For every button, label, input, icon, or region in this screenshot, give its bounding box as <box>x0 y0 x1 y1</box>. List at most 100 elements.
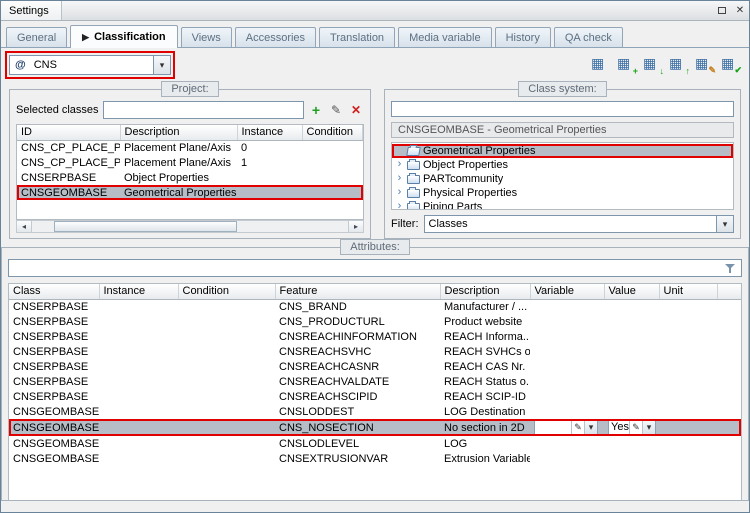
dropdown-icon[interactable]: ▾ <box>642 421 655 434</box>
table-load-icon-base: ▦ <box>643 55 657 71</box>
cell-condition <box>178 389 275 404</box>
editor-field: Yes <box>609 421 629 434</box>
cell-condition <box>178 419 275 436</box>
attribute-row[interactable]: CNSERPBASE CNSREACHVALDATE REACH Status o.… <box>9 374 741 389</box>
attribute-row[interactable]: CNSERPBASE CNS_PRODUCTURL Product website <box>9 314 741 329</box>
attribute-row[interactable]: CNSGEOMBASE CNSEXTRUSIONVAR Extrusion Vari… <box>9 451 741 466</box>
attribute-row[interactable]: CNSGEOMBASE CNSLODDEST LOG Destination <box>9 404 741 419</box>
table-load-icon[interactable]: ▦ ↓ <box>643 55 664 76</box>
expander-icon[interactable]: › <box>395 201 404 209</box>
project-class-row[interactable]: CNS_CP_PLACE_PA Placement Plane/Axis 1 <box>17 155 363 170</box>
column-header-class[interactable]: Class <box>9 284 100 300</box>
dropdown-icon[interactable]: ▾ <box>584 421 597 434</box>
class-search-input[interactable] <box>391 101 734 118</box>
folder-icon <box>407 201 420 209</box>
tab-qa-check[interactable]: QA check <box>553 27 623 47</box>
tab-translation[interactable]: Translation <box>319 27 396 47</box>
tab-classification[interactable]: ▶ Classification <box>70 25 178 48</box>
cell-description: Placement Plane/Axis <box>124 156 231 169</box>
tree-item[interactable]: › PARTcommunity <box>392 172 733 186</box>
attribute-row[interactable]: CNSERPBASE CNS_BRAND Manufacturer / ... <box>9 299 741 314</box>
attribute-row[interactable]: CNSERPBASE CNSREACHCASNR REACH CAS Nr. <box>9 359 741 374</box>
inline-value-editor[interactable]: Yes ✎ ▾ <box>608 420 656 435</box>
cell-unit <box>659 404 717 419</box>
catalog-dropdown-button[interactable]: ▾ <box>153 56 170 74</box>
remove-class-button[interactable]: ✕ <box>348 102 364 118</box>
tab-media-variable[interactable]: Media variable <box>398 27 492 47</box>
column-header-instance[interactable]: Instance <box>99 284 179 300</box>
scroll-right-icon[interactable]: ▸ <box>348 221 363 232</box>
table-add-icon[interactable]: ▦ + <box>617 55 638 76</box>
cell-class: CNSERPBASE <box>13 390 89 403</box>
cell-variable <box>530 329 604 344</box>
attribute-row[interactable]: CNSGEOMBASE CNSLODLEVEL LOG <box>9 436 741 451</box>
column-header-value[interactable]: Value <box>604 284 660 300</box>
float-window-button[interactable] <box>713 1 731 20</box>
tab-accessories[interactable]: Accessories <box>234 27 317 47</box>
editor-field <box>535 421 571 434</box>
catalog-combo[interactable]: @ CNS ▾ <box>5 51 175 79</box>
expander-icon[interactable]: › <box>395 159 404 170</box>
cell-class: CNSGEOMBASE <box>13 405 99 418</box>
filter-funnel-icon[interactable] <box>725 263 736 274</box>
table-icon[interactable]: ▦ <box>591 55 609 73</box>
titlebar[interactable]: Settings ✕ <box>1 1 749 21</box>
tab-views[interactable]: Views <box>180 27 232 47</box>
class-filter-combo[interactable]: Classes ▾ <box>423 215 734 233</box>
inline-value-editor[interactable]: ✎ ▾ <box>534 420 598 435</box>
column-header-description[interactable]: Description <box>440 284 531 300</box>
expander-icon[interactable]: › <box>395 187 404 198</box>
table-save-icon[interactable]: ▦ ↑ <box>669 55 690 76</box>
column-header-instance[interactable]: Instance <box>237 125 303 141</box>
column-header-id[interactable]: ID <box>17 125 121 141</box>
table-save-icon-base: ▦ <box>669 55 683 71</box>
tab-history[interactable]: History <box>494 27 551 47</box>
attribute-row[interactable]: CNSERPBASE CNSREACHSVHC REACH SVHCs o... <box>9 344 741 359</box>
chevron-down-icon: ▾ <box>722 218 728 229</box>
folder-icon <box>407 159 420 171</box>
expander-icon[interactable]: › <box>395 173 404 184</box>
edit-class-button[interactable]: ✎ <box>328 102 344 118</box>
edit-pencil-icon[interactable]: ✎ <box>571 421 584 434</box>
table-edit-icon[interactable]: ▦ ✎ <box>695 55 716 75</box>
tab-general[interactable]: General <box>6 27 68 47</box>
cell-unit <box>659 344 717 359</box>
selected-classes-input[interactable] <box>102 101 304 119</box>
attribute-row[interactable]: CNSERPBASE CNSREACHSCIPID REACH SCIP-ID <box>9 389 741 404</box>
cell-value <box>604 344 659 359</box>
scroll-left-icon[interactable]: ◂ <box>17 221 32 232</box>
table-edit-icon-base: ▦ <box>695 55 709 71</box>
tree-item[interactable]: › Physical Properties <box>392 186 733 200</box>
cell-variable <box>530 299 604 314</box>
scrollbar-track[interactable] <box>32 221 348 232</box>
edit-pencil-icon[interactable]: ✎ <box>629 421 642 434</box>
close-button[interactable]: ✕ <box>731 1 749 20</box>
tree-item[interactable]: Geometrical Properties <box>392 143 733 158</box>
cell-condition <box>302 185 363 200</box>
tree-item[interactable]: › Object Properties <box>392 158 733 172</box>
column-header-condition[interactable]: Condition <box>302 125 363 141</box>
project-class-row[interactable]: CNS_CP_PLACE_PA Placement Plane/Axis 0 <box>17 140 363 155</box>
attributes-filter-input[interactable] <box>8 259 742 277</box>
column-header-unit[interactable]: Unit <box>659 284 718 300</box>
cell-condition <box>178 299 275 314</box>
catalog-prefix: @ <box>15 59 26 71</box>
add-class-button[interactable]: + <box>308 102 324 118</box>
tab-label: General <box>17 31 57 44</box>
project-class-row[interactable]: CNSGEOMBASE Geometrical Properties <box>17 185 363 200</box>
column-header-feature[interactable]: Feature <box>275 284 441 300</box>
float-icon <box>718 7 726 14</box>
table-icon-base: ▦ <box>591 55 605 71</box>
column-header-description[interactable]: Description <box>120 125 238 141</box>
cell-unit <box>659 374 717 389</box>
attribute-row[interactable]: CNSGEOMBASE CNS_NOSECTION No section in 2D… <box>9 419 741 436</box>
class-filter-dropdown-button[interactable]: ▾ <box>716 216 733 232</box>
attribute-row[interactable]: CNSERPBASE CNSREACHINFORMATION REACH Infor… <box>9 329 741 344</box>
scrollbar-thumb[interactable] <box>54 221 238 232</box>
table-check-icon[interactable]: ▦ ✔ <box>721 55 742 75</box>
column-header-condition[interactable]: Condition <box>178 284 276 300</box>
horizontal-scrollbar[interactable]: ◂ ▸ <box>16 220 364 233</box>
project-class-row[interactable]: CNSERPBASE Object Properties <box>17 170 363 185</box>
column-header-variable[interactable]: Variable <box>530 284 605 300</box>
tree-item[interactable]: › Piping Parts <box>392 200 733 209</box>
